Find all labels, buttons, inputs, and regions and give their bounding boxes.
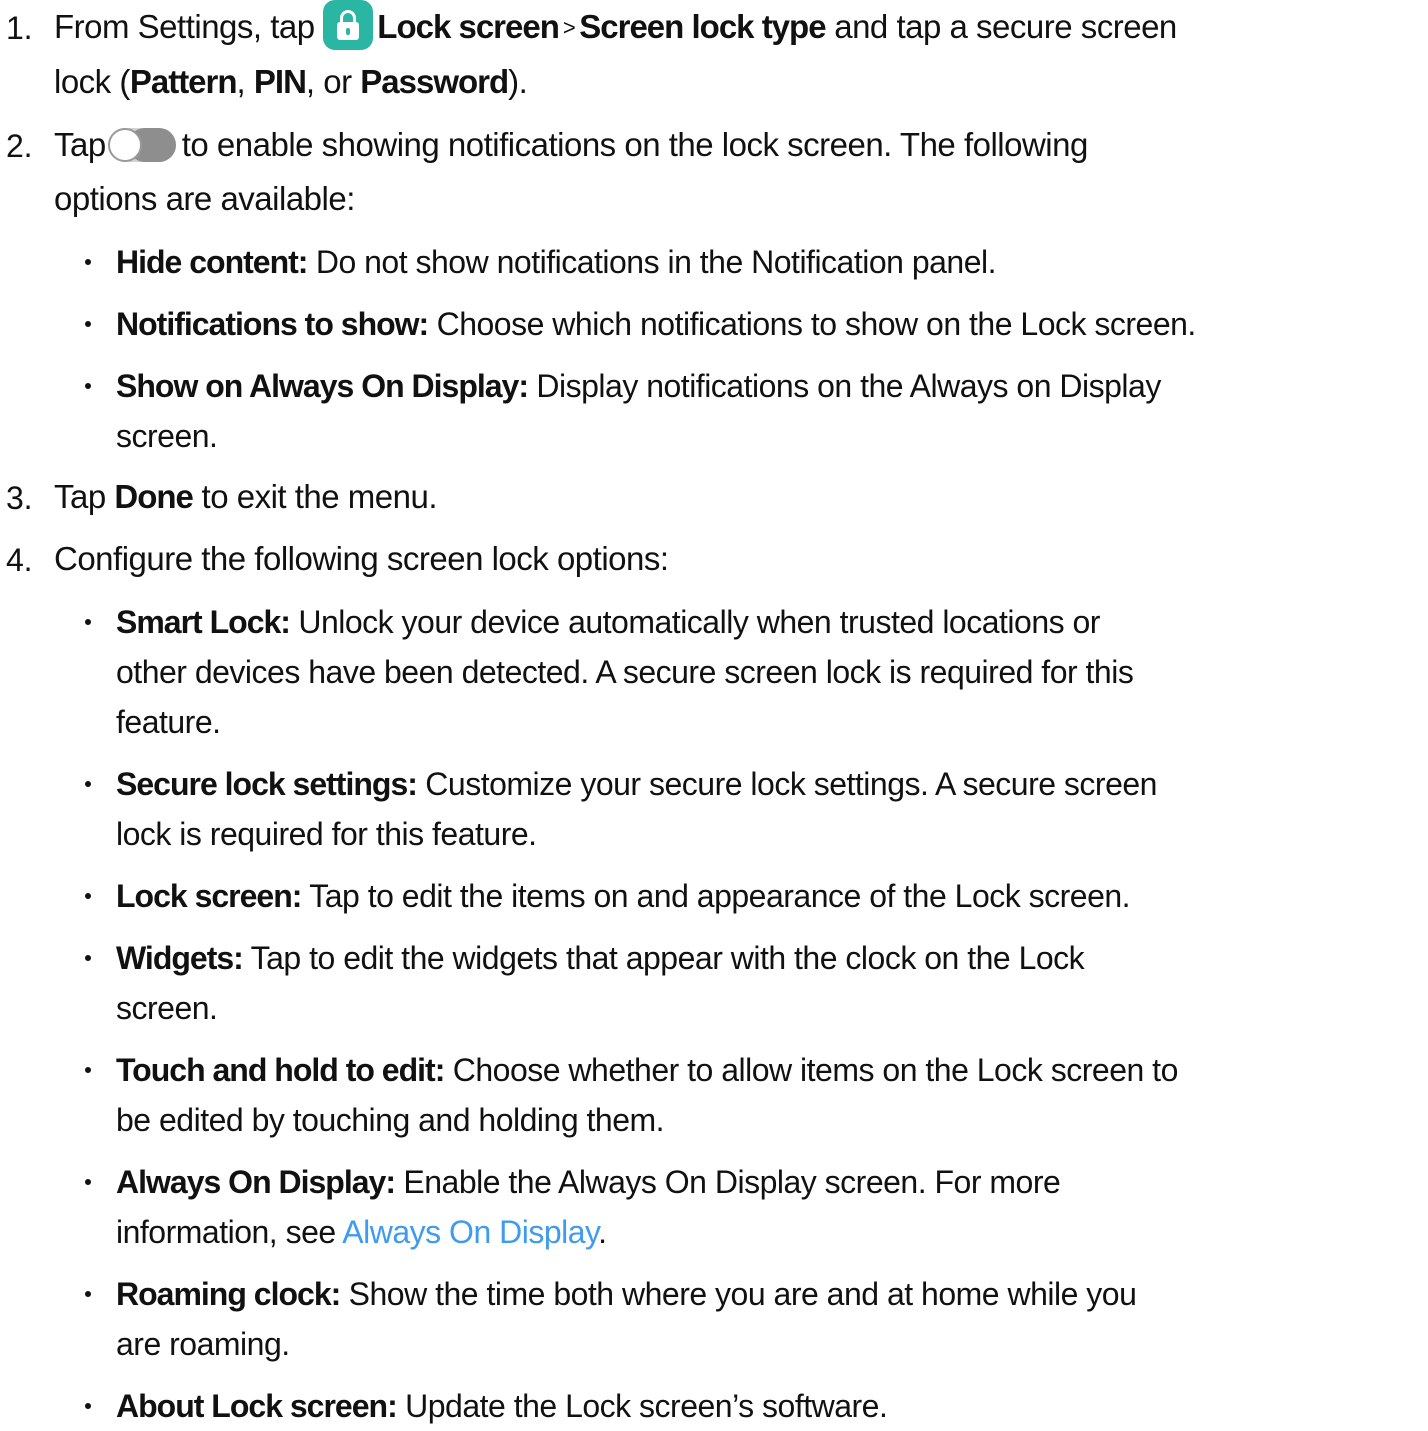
toggle-switch-icon: [107, 128, 176, 162]
bullet-dot: [85, 383, 91, 389]
step-number: 3.: [6, 480, 33, 516]
bullet-dot: [85, 955, 91, 961]
step-text: Tap to enable showing notifications on th…: [54, 126, 1088, 217]
bullet-dot: [85, 1291, 91, 1297]
done-button-label: Done: [114, 478, 193, 515]
bullet-dot: [85, 893, 91, 899]
step-text: Tap Done to exit the menu.: [54, 478, 438, 515]
step-number: 4.: [6, 542, 33, 578]
bullet-dot: [85, 1403, 91, 1409]
bullet-dot: [85, 259, 91, 265]
bullet-dot: [85, 1179, 91, 1185]
bullet-dot: [85, 619, 91, 625]
lock-icon: [323, 0, 374, 50]
step-text: Configure the following screen lock opti…: [54, 540, 669, 577]
step-number: 2.: [6, 128, 33, 164]
step-number: 1.: [6, 10, 33, 46]
menu-screen-lock-type: Screen lock type: [579, 8, 826, 45]
bullet-dot: [85, 1067, 91, 1073]
always-on-display-link[interactable]: Always On Display: [342, 1214, 598, 1250]
chevron-right-icon: >: [562, 15, 576, 40]
menu-lock-screen: Lock screen: [377, 8, 560, 45]
step-text: From Settings, tap Lock screen > Screen lo…: [54, 0, 1414, 109]
bullet-dot: [85, 321, 91, 327]
bullet-dot: [85, 781, 91, 787]
